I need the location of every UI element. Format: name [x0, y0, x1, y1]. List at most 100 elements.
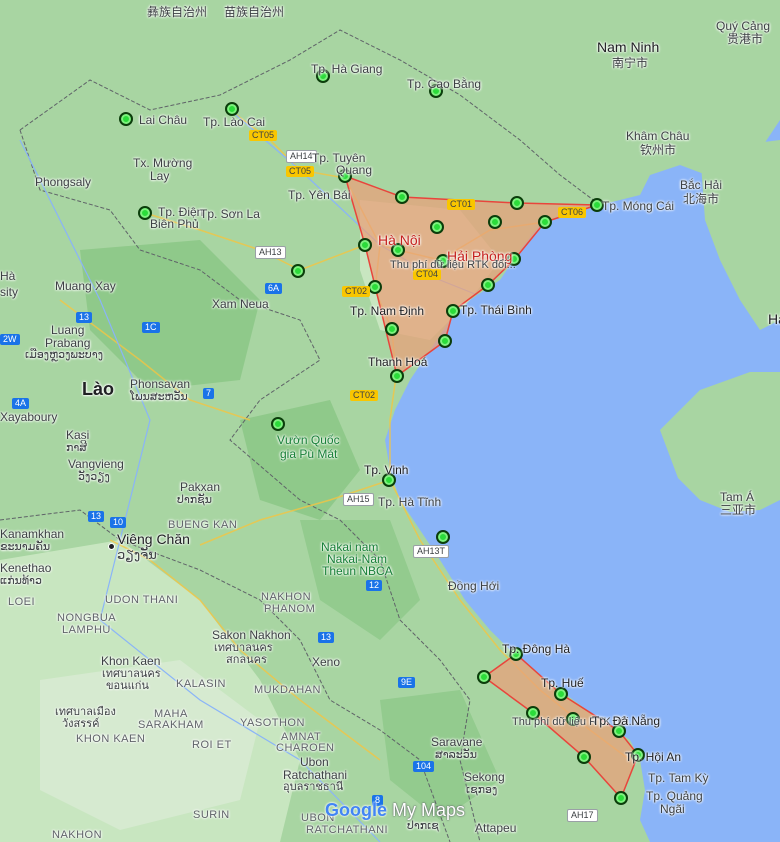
road-shield: 1C [142, 322, 160, 333]
place-label: ກາສີ [66, 442, 88, 454]
province-label: LOEI [8, 596, 36, 608]
place-label: Tp. Tam Kỳ [648, 771, 709, 785]
place-label: 贵港市 [727, 32, 764, 46]
place-label: Kanamkhan [0, 527, 65, 541]
map-canvas[interactable]: CT05 AH14 CT05 CT01 CT06 AH13 6A CT02 CT… [0, 0, 780, 842]
place-label: Lay [150, 169, 170, 183]
place-label: Đồng Hới [448, 579, 500, 593]
road-shield: AH13 [255, 246, 286, 259]
place-label: Bắc Hải [680, 178, 723, 192]
station-marker[interactable] [438, 334, 452, 348]
place-label: Xayaboury [0, 410, 58, 424]
place-label: Phongsaly [35, 175, 92, 189]
station-marker[interactable] [291, 264, 305, 278]
road-shield: 4A [12, 398, 30, 409]
road-shield: CT05 [286, 166, 315, 177]
road-shield: 9E [398, 677, 416, 688]
park-label: Vườn Quốc [277, 433, 340, 447]
station-marker[interactable] [488, 215, 502, 229]
road-shield: 104 [413, 761, 435, 772]
country-label: Lào [82, 379, 115, 399]
station-marker[interactable] [358, 238, 372, 252]
place-label: Tp. Thái Bình [460, 303, 532, 317]
province-label: CHAROEN [276, 742, 335, 754]
place-label: Tp. Yên Bái [288, 188, 351, 202]
station-marker[interactable] [577, 750, 591, 764]
place-label: Tp. Hà Tĩnh [378, 495, 442, 509]
road-shield: 12 [366, 580, 383, 591]
place-label: Tp. Hà Giang [311, 62, 383, 76]
place-label: สกลนคร [226, 654, 267, 666]
capital-label: Viêng Chăn [117, 531, 190, 547]
road-shield: CT02 [350, 390, 379, 401]
place-label: Tp. Móng Cái [602, 199, 675, 213]
station-marker[interactable] [477, 670, 491, 684]
station-marker[interactable] [510, 196, 524, 210]
place-label: ແກ່ນທ້າວ [0, 575, 42, 587]
place-label: Xeno [312, 655, 341, 669]
road-shield: 13 [318, 632, 335, 643]
place-label: Tp. Hội An [625, 750, 682, 764]
station-marker[interactable] [436, 530, 450, 544]
place-label: Kenethao [0, 561, 52, 575]
station-marker[interactable] [271, 417, 285, 431]
capital-dot [108, 543, 115, 550]
station-marker[interactable] [481, 278, 495, 292]
province-label: KHON KAEN [76, 733, 146, 745]
station-marker[interactable] [446, 304, 460, 318]
place-label: 彝族自治州 [147, 5, 208, 19]
place-label: Tp. Huế [541, 676, 584, 690]
place-label: Sekong [464, 770, 505, 784]
road-shield: CT02 [342, 286, 371, 297]
place-label: Tp. Lào Cai [203, 115, 266, 129]
place-label: ขอนแก่น [106, 680, 149, 692]
place-label: 钦州市 [640, 143, 677, 157]
place-label: Phonsavan [130, 377, 191, 391]
road-shield: 10 [110, 517, 127, 528]
province-label: PHANOM [264, 603, 316, 615]
station-marker[interactable] [119, 112, 133, 126]
place-label: Ngãi [660, 802, 685, 816]
road-shield: 13 [88, 511, 105, 522]
park-label: Theun NBCA [322, 564, 393, 578]
place-label: Tp. Vinh [364, 463, 409, 477]
place-label: 三亚市 [720, 503, 757, 517]
place-label: ຂະນາມຄັນ [0, 541, 51, 553]
station-marker[interactable] [390, 369, 404, 383]
place-label: Hà Nội [378, 232, 421, 248]
place-label: Khon Kaen [101, 654, 161, 668]
mymaps-wordmark: My Maps [392, 800, 466, 820]
road-shield: 6A [265, 283, 283, 294]
place-label: Pakxan [180, 480, 221, 494]
layer-label: Thu phí dữ liệu RTK đổi... [390, 259, 516, 271]
capital-label: ວຽງຈັນ [117, 547, 157, 562]
place-label: Vangvieng [68, 457, 124, 471]
place-label: Tp. Đông Hà [502, 642, 571, 656]
road-shield: CT01 [447, 199, 476, 210]
station-marker[interactable] [430, 220, 444, 234]
place-label: sity [0, 285, 18, 299]
place-label: Tp. Sơn La [200, 207, 260, 221]
place-label: วังสรรค์ [62, 718, 100, 730]
province-label: YASOTHON [240, 717, 305, 729]
province-label: NAKHON [52, 829, 103, 841]
station-marker[interactable] [385, 322, 399, 336]
station-marker[interactable] [614, 791, 628, 805]
place-label: Xam Neua [212, 297, 269, 311]
place-label: Sakon Nakhon [212, 628, 291, 642]
station-marker[interactable] [368, 280, 382, 294]
place-label: Saravane [431, 735, 483, 749]
province-label: SARAKHAM [138, 719, 204, 731]
road-shield: 13 [76, 312, 93, 323]
place-label: Nam Ninh [597, 39, 660, 55]
place-label: 苗族自治州 [224, 5, 285, 19]
place-label: ສາລະວັນ [435, 749, 477, 761]
station-marker[interactable] [538, 215, 552, 229]
station-marker[interactable] [395, 190, 409, 204]
place-label: Tp. Đà Nẵng [592, 714, 661, 728]
road-shield: CT06 [558, 207, 587, 218]
place-label: ໂພນສະຫວັນ [130, 391, 188, 403]
place-label: Tp. Nam Định [350, 304, 425, 318]
place-label: Attapeu [475, 821, 517, 835]
station-marker[interactable] [225, 102, 239, 116]
